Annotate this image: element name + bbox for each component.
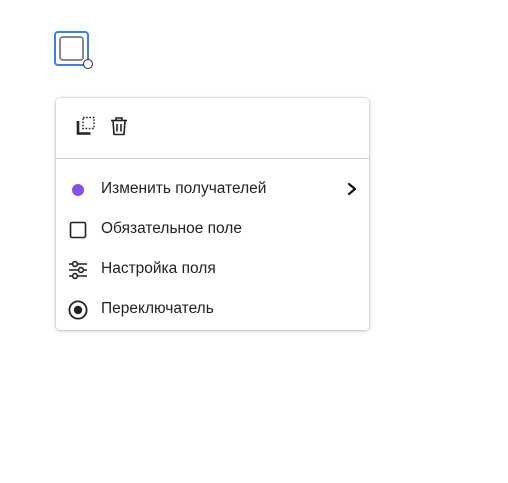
radio-button-icon — [67, 299, 88, 320]
menu-item-required-field[interactable]: Обязательное поле — [56, 211, 369, 247]
menu-item-field-settings[interactable]: Настройка поля — [56, 251, 369, 287]
recipient-dot-icon — [67, 179, 88, 200]
resize-handle[interactable] — [83, 59, 93, 69]
menu-divider — [56, 158, 369, 159]
checkbox-empty-icon — [67, 219, 88, 240]
sliders-icon — [67, 259, 88, 280]
checkbox-field-box[interactable] — [59, 36, 84, 61]
duplicate-button[interactable] — [73, 115, 99, 141]
duplicate-icon — [75, 115, 97, 142]
menu-toolbar — [56, 98, 369, 159]
menu-item-edit-recipients[interactable]: Изменить получателей — [56, 171, 369, 207]
selected-checkbox-field[interactable] — [54, 31, 93, 69]
menu-item-label: Настройка поля — [101, 260, 216, 277]
menu-item-label: Обязательное поле — [101, 220, 242, 237]
document-canvas: Изменить получателей Обязательное поле Н… — [0, 0, 508, 483]
field-context-menu: Изменить получателей Обязательное поле Н… — [56, 98, 369, 330]
menu-item-radio-button[interactable]: Переключатель — [56, 291, 369, 327]
menu-item-label: Изменить получателей — [101, 180, 267, 197]
menu-item-label: Переключатель — [101, 300, 214, 317]
delete-button[interactable] — [106, 115, 132, 141]
chevron-right-icon — [345, 181, 359, 197]
trash-icon — [108, 115, 130, 142]
